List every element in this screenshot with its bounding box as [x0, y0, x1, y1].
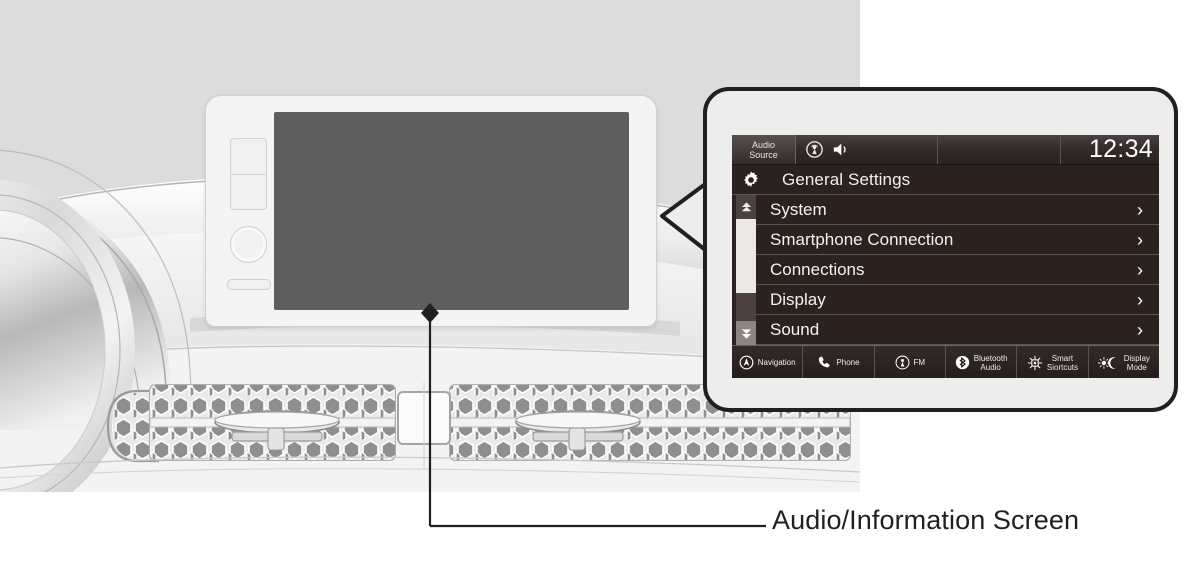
toolbar-button-display-mode[interactable]: Display Mode — [1088, 346, 1159, 378]
sun-moon-icon — [1097, 356, 1120, 370]
audio-source-button[interactable]: Audio Source — [732, 135, 796, 164]
speaker-icon — [832, 142, 849, 157]
audio-source-label-line2: Source — [749, 149, 778, 160]
toolbar-label: Navigation — [757, 358, 796, 367]
screen-title: General Settings — [782, 169, 911, 189]
toolbar-label: Display Mode — [1123, 353, 1150, 372]
status-bar: Audio Source 12:34 — [732, 135, 1159, 165]
settings-list: System › Smartphone Connection › Connect… — [756, 195, 1159, 345]
chevron-right-icon: › — [1137, 199, 1143, 220]
page-caption: Audio/Information Screen — [772, 505, 1080, 535]
navigation-compass-icon — [739, 355, 754, 370]
list-item-label: Display — [770, 289, 826, 309]
scrollbar[interactable] — [736, 195, 756, 345]
chevron-right-icon: › — [1137, 229, 1143, 250]
radio-antenna-icon — [806, 141, 823, 158]
scroll-down-arrow-icon[interactable] — [736, 321, 756, 345]
list-item-display[interactable]: Display › — [756, 285, 1159, 315]
list-item-label: System — [770, 199, 827, 219]
bottom-toolbar: Navigation Phone FM Bluetooth Audio Smar… — [732, 345, 1159, 378]
toolbar-button-navigation[interactable]: Navigation — [732, 346, 804, 378]
smart-shortcuts-icon — [1027, 355, 1043, 371]
scroll-up-arrow-icon[interactable] — [736, 195, 756, 219]
audio-source-label-line1: Audio — [751, 139, 776, 150]
toolbar-button-phone[interactable]: Phone — [803, 346, 875, 378]
toolbar-button-fm[interactable]: FM — [874, 346, 946, 378]
toolbar-label: FM — [913, 358, 926, 367]
phone-handset-icon — [817, 355, 832, 370]
screen-title-row: General Settings — [732, 165, 1159, 195]
clock: 12:34 — [1088, 135, 1153, 163]
toolbar-label: Bluetooth Audio — [973, 353, 1008, 372]
chevron-right-icon: › — [1137, 319, 1143, 340]
toolbar-label: Phone — [836, 358, 860, 367]
bluetooth-icon — [955, 355, 970, 370]
radio-antenna-icon — [895, 355, 910, 370]
callout-bubble: Audio Source 12:34 General Settings Syst… — [703, 87, 1178, 412]
scrollbar-track[interactable] — [736, 219, 756, 321]
list-item-sound[interactable]: Sound › — [756, 315, 1159, 345]
list-item-system[interactable]: System › — [756, 195, 1159, 225]
status-icons — [796, 135, 938, 164]
chevron-right-icon: › — [1137, 259, 1143, 280]
scrollbar-thumb[interactable] — [736, 219, 756, 293]
gear-icon — [738, 170, 764, 190]
list-item-smartphone-connection[interactable]: Smartphone Connection › — [756, 225, 1159, 255]
list-item-label: Smartphone Connection — [770, 229, 954, 249]
chevron-right-icon: › — [1137, 289, 1143, 310]
toolbar-button-smart-shortcuts[interactable]: Smart Siortcuts — [1017, 346, 1089, 378]
toolbar-button-bluetooth-audio[interactable]: Bluetooth Audio — [945, 346, 1018, 378]
infotainment-screen[interactable]: Audio Source 12:34 General Settings Syst… — [732, 135, 1159, 378]
list-item-connections[interactable]: Connections › — [756, 255, 1159, 285]
leader-diamond-marker — [421, 303, 439, 323]
list-item-label: Connections — [770, 259, 865, 279]
settings-list-area: System › Smartphone Connection › Connect… — [732, 195, 1159, 345]
toolbar-label: Smart Siortcuts — [1046, 353, 1079, 372]
status-bar-spacer — [938, 135, 1061, 164]
list-item-label: Sound — [770, 319, 820, 339]
